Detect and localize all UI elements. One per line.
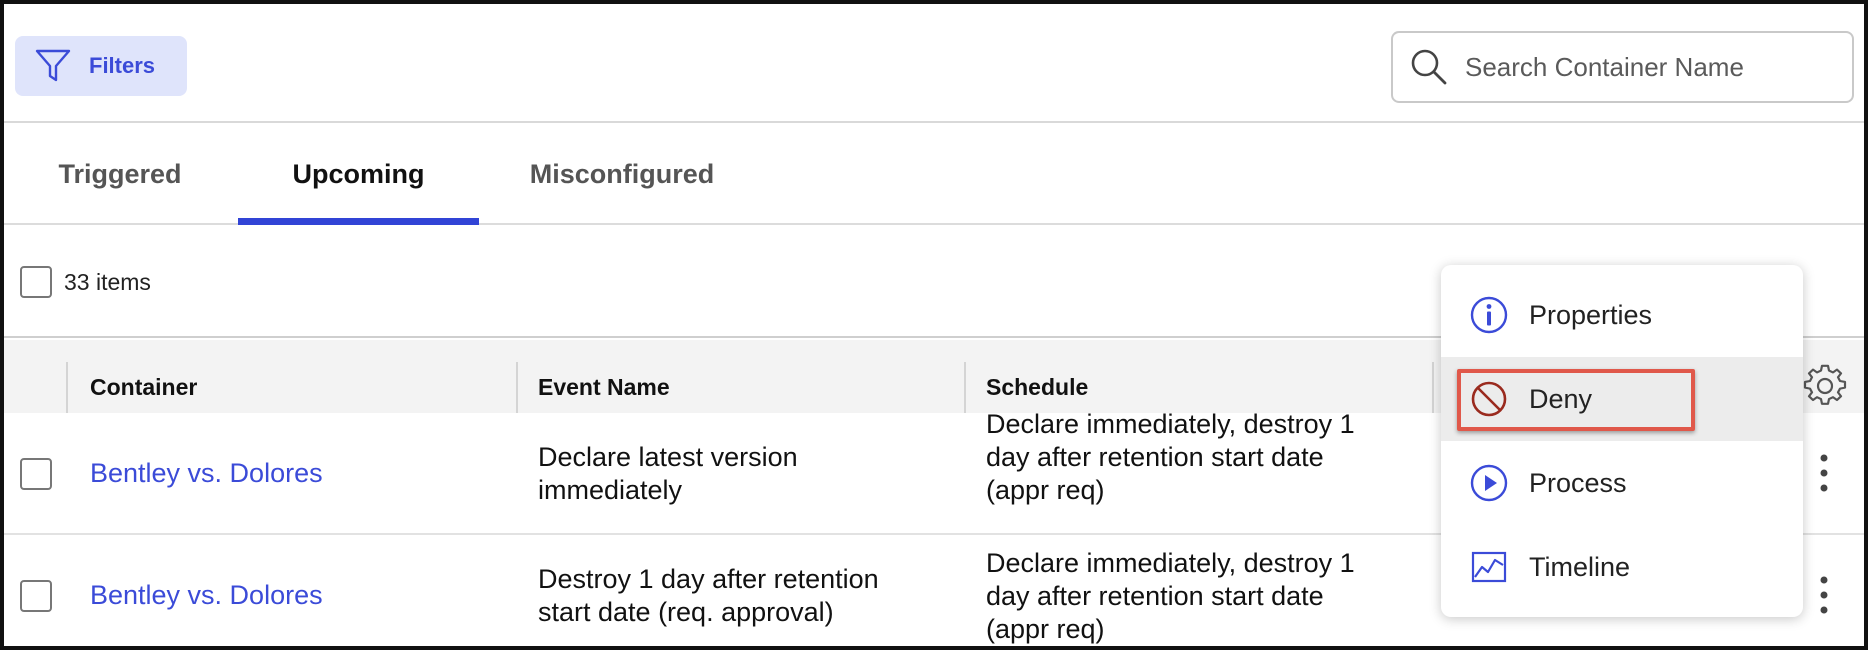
event-name-line: Declare latest version xyxy=(538,442,798,472)
tab-misconfigured[interactable]: Misconfigured xyxy=(524,125,720,223)
search-box[interactable] xyxy=(1391,31,1854,103)
menu-item-label: Process xyxy=(1529,467,1627,498)
column-separator xyxy=(66,362,68,414)
select-all-checkbox[interactable] xyxy=(20,266,52,298)
schedule-line: Declare immediately, destroy 1 xyxy=(986,409,1355,439)
container-link[interactable]: Bentley vs. Dolores xyxy=(90,457,323,490)
deny-icon xyxy=(1471,381,1507,417)
schedule-line: day after retention start date xyxy=(986,442,1324,472)
toolbar: Filters xyxy=(4,4,1864,123)
items-count: 33 items xyxy=(64,269,151,295)
kebab-menu-icon xyxy=(1820,454,1828,492)
tab-bar: Triggered Upcoming Misconfigured xyxy=(4,125,1864,225)
menu-item-process[interactable]: Process xyxy=(1441,441,1803,525)
event-name-line: immediately xyxy=(538,475,683,505)
schedule-line: day after retention start date xyxy=(986,581,1324,611)
row-checkbox[interactable] xyxy=(20,458,52,490)
search-input[interactable] xyxy=(1465,51,1825,83)
menu-item-deny[interactable]: Deny xyxy=(1441,357,1803,441)
column-separator xyxy=(1432,362,1434,414)
schedule-cell: Declare immediately, destroy 1 day after… xyxy=(986,408,1355,507)
menu-item-label: Timeline xyxy=(1529,551,1631,582)
column-separator xyxy=(516,362,518,414)
schedule-line: (appr req) xyxy=(986,475,1105,505)
gear-icon[interactable] xyxy=(1803,364,1847,408)
app-frame: Filters Triggered Upcoming Misconfigured… xyxy=(0,0,1868,650)
filters-button[interactable]: Filters xyxy=(15,36,187,96)
column-separator xyxy=(964,362,966,414)
event-name-cell: Declare latest version immediately xyxy=(538,441,798,507)
menu-item-label: Properties xyxy=(1529,299,1653,330)
search-icon xyxy=(1411,49,1447,85)
menu-item-label: Deny xyxy=(1529,383,1593,414)
row-actions-button[interactable] xyxy=(1810,451,1838,495)
schedule-line: Declare immediately, destroy 1 xyxy=(986,548,1355,578)
kebab-menu-icon xyxy=(1820,576,1828,614)
event-name-line: start date (req. approval) xyxy=(538,597,834,627)
menu-item-timeline[interactable]: Timeline xyxy=(1441,525,1803,609)
info-icon xyxy=(1470,296,1508,334)
menu-item-properties[interactable]: Properties xyxy=(1441,273,1803,357)
container-link[interactable]: Bentley vs. Dolores xyxy=(90,579,323,612)
row-actions-button[interactable] xyxy=(1810,573,1838,617)
event-name-cell: Destroy 1 day after retention start date… xyxy=(538,563,879,629)
filter-icon xyxy=(35,49,71,82)
play-circle-icon xyxy=(1470,464,1508,502)
line-chart-icon xyxy=(1471,551,1507,583)
schedule-cell: Declare immediately, destroy 1 day after… xyxy=(986,547,1355,646)
row-context-menu: Properties Deny Process Timeline xyxy=(1441,265,1803,617)
event-name-line: Destroy 1 day after retention xyxy=(538,564,879,594)
tab-triggered[interactable]: Triggered xyxy=(52,125,188,223)
tab-upcoming[interactable]: Upcoming xyxy=(238,125,479,225)
filters-label: Filters xyxy=(89,53,156,78)
row-checkbox[interactable] xyxy=(20,580,52,612)
schedule-line: (appr req) xyxy=(986,614,1105,644)
